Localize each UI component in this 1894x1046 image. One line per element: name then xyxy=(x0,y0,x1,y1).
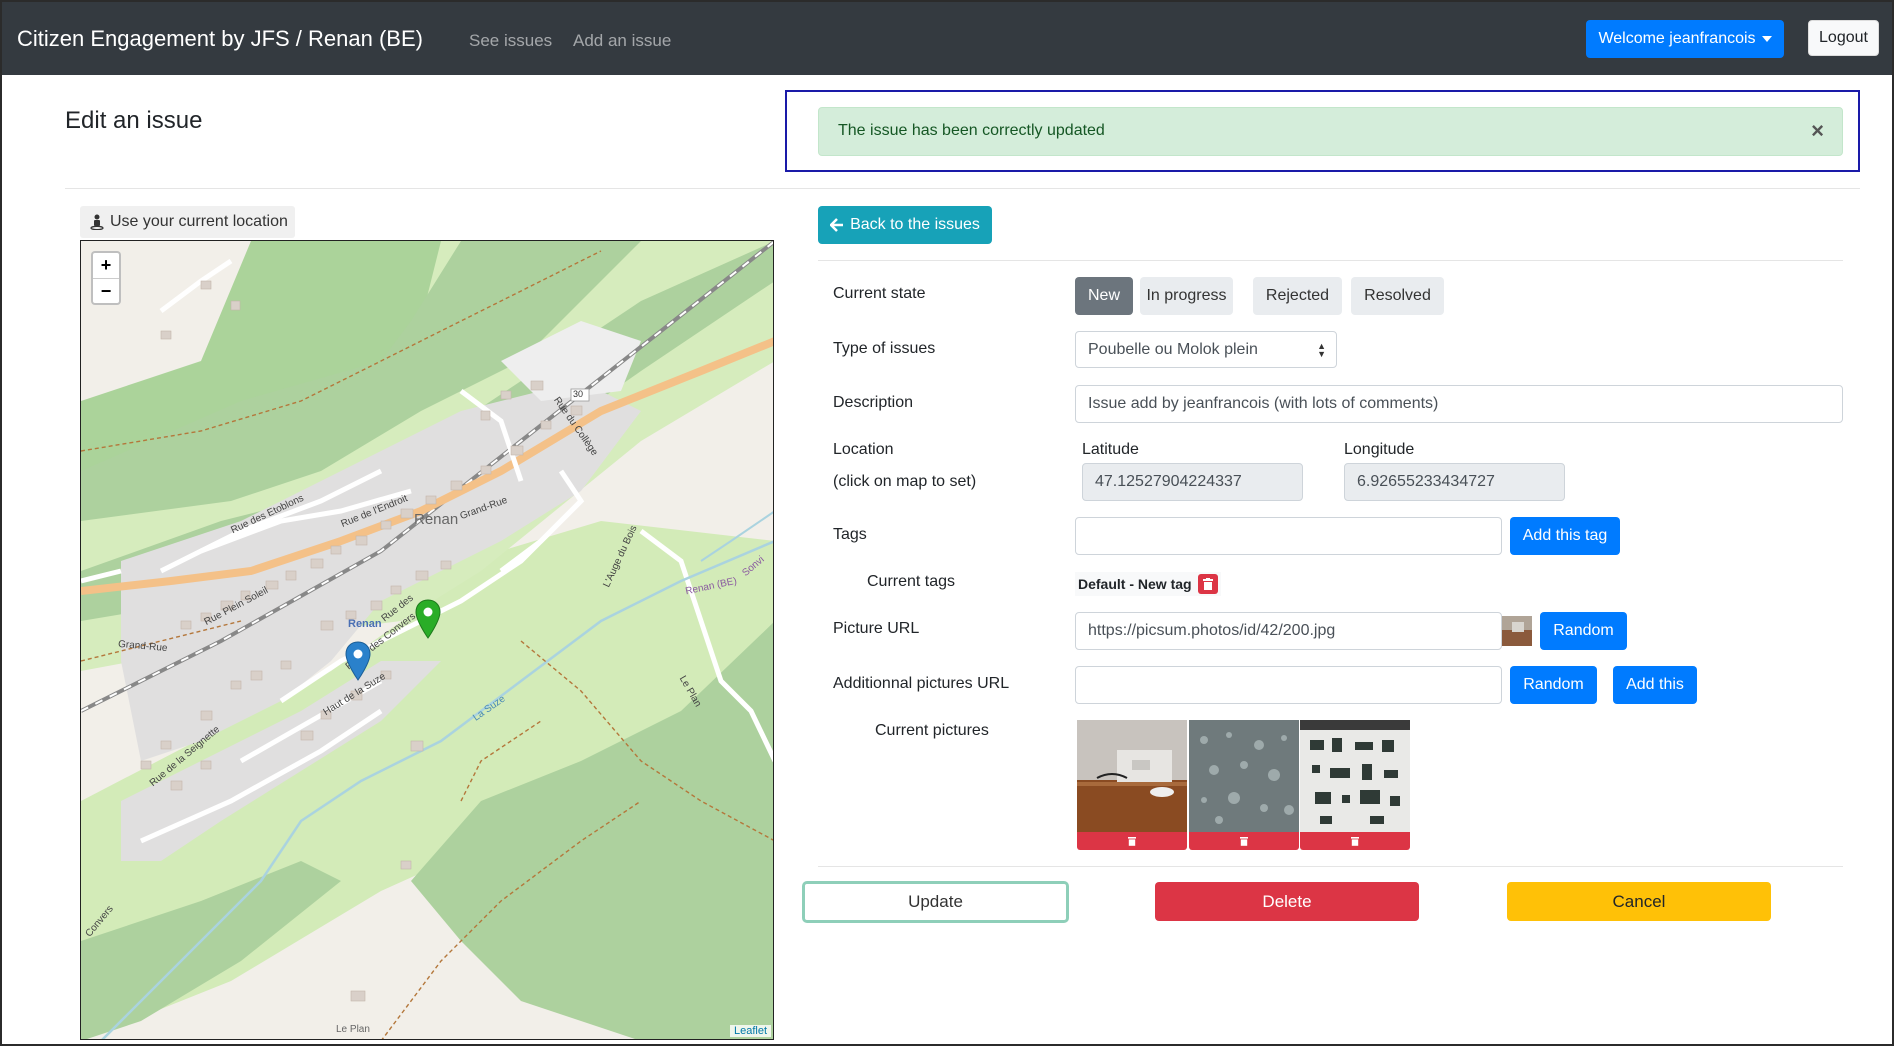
top-navbar: Citizen Engagement by JFS / Renan (BE) S… xyxy=(2,2,1892,75)
current-tags-label: Current tags xyxy=(867,573,956,590)
delete-picture-button[interactable] xyxy=(1300,832,1410,850)
location-hint: (click on map to set) xyxy=(833,473,977,490)
type-label: Type of issues xyxy=(833,340,936,357)
divider xyxy=(65,188,1860,189)
back-to-issues-button[interactable]: Back to the issues xyxy=(818,206,992,244)
type-select[interactable]: Poubelle ou Molok plein ▲ ▼ xyxy=(1075,331,1337,368)
tags-label: Tags xyxy=(833,526,867,543)
random-picture-button[interactable]: Random xyxy=(1540,612,1627,650)
arrow-left-icon xyxy=(830,218,844,232)
tag-label: Default - New tag xyxy=(1078,576,1192,592)
zoom-in-button[interactable]: + xyxy=(93,253,119,278)
add-picture-button[interactable]: Add this xyxy=(1613,666,1697,704)
description-input[interactable]: Issue add by jeanfrancois (with lots of … xyxy=(1075,385,1843,423)
welcome-label: Welcome jeanfrancois xyxy=(1598,30,1756,47)
picture-image xyxy=(1300,720,1410,832)
picture-image xyxy=(1077,720,1187,832)
map-label-road-30: 30 xyxy=(573,389,584,399)
tag-chip: Default - New tag xyxy=(1075,572,1221,596)
picture-item xyxy=(1189,720,1299,850)
street-view-icon xyxy=(90,214,104,230)
latitude-label: Latitude xyxy=(1082,441,1139,458)
additional-pictures-label: Additionnal pictures URL xyxy=(833,675,1010,692)
picture-image xyxy=(1189,720,1299,832)
close-icon[interactable]: × xyxy=(1811,118,1824,144)
map-label-renan: Renan xyxy=(414,511,459,528)
trash-icon xyxy=(1202,578,1213,590)
logout-button[interactable]: Logout xyxy=(1808,20,1879,56)
state-rejected-button[interactable]: Rejected xyxy=(1253,277,1342,315)
zoom-out-button[interactable]: − xyxy=(93,278,119,303)
latitude-value: 47.12527904224337 xyxy=(1095,473,1242,490)
divider xyxy=(818,260,1843,261)
longitude-value: 6.92655233434727 xyxy=(1357,473,1495,490)
use-location-button[interactable]: Use your current location xyxy=(80,206,295,238)
picture-url-label: Picture URL xyxy=(833,620,920,637)
delete-picture-button[interactable] xyxy=(1189,832,1299,850)
add-tag-button[interactable]: Add this tag xyxy=(1510,517,1620,555)
picture-url-value: https://picsum.photos/id/42/200.jpg xyxy=(1088,622,1336,639)
chevron-down-icon xyxy=(1761,36,1772,42)
gadgets-image xyxy=(1300,720,1410,832)
update-button[interactable]: Update xyxy=(802,881,1069,923)
map-label-renan-station: Renan xyxy=(348,618,382,630)
random-additional-button[interactable]: Random xyxy=(1510,666,1597,704)
map-tiles xyxy=(81,241,773,1039)
picture-item xyxy=(1077,720,1187,850)
additional-pictures-input[interactable] xyxy=(1075,666,1502,704)
map-marker-blue-icon[interactable] xyxy=(345,641,371,681)
delete-tag-button[interactable] xyxy=(1197,574,1218,594)
latitude-field: 47.12527904224337 xyxy=(1082,463,1303,501)
welcome-dropdown-button[interactable]: Welcome jeanfrancois xyxy=(1586,20,1784,58)
longitude-field: 6.92655233434727 xyxy=(1344,463,1565,501)
water-drops-image xyxy=(1189,720,1299,832)
select-arrows-icon: ▲ ▼ xyxy=(1317,341,1326,359)
state-new-button[interactable]: New xyxy=(1075,277,1133,315)
cancel-button[interactable]: Cancel xyxy=(1507,882,1771,921)
use-location-label: Use your current location xyxy=(110,213,288,230)
trash-icon xyxy=(1240,837,1248,846)
divider xyxy=(818,866,1843,867)
trash-icon xyxy=(1128,837,1136,846)
back-button-label: Back to the issues xyxy=(850,216,980,233)
type-select-value: Poubelle ou Molok plein xyxy=(1088,340,1258,358)
location-label: Location xyxy=(833,441,894,458)
tags-input[interactable] xyxy=(1075,517,1502,555)
current-state-label: Current state xyxy=(833,285,926,302)
picture-thumbnail xyxy=(1502,616,1532,646)
leaflet-attribution[interactable]: Leaflet xyxy=(729,1025,771,1037)
longitude-label: Longitude xyxy=(1344,441,1415,458)
map-label-le-plan-bottom: Le Plan xyxy=(336,1024,370,1035)
laptop-desk-image xyxy=(1077,720,1187,832)
nav-link-add-issue[interactable]: Add an issue xyxy=(573,31,671,51)
description-value: Issue add by jeanfrancois (with lots of … xyxy=(1088,395,1439,412)
nav-link-see-issues[interactable]: See issues xyxy=(469,31,552,51)
picture-url-input[interactable]: https://picsum.photos/id/42/200.jpg xyxy=(1075,612,1502,650)
picture-item xyxy=(1300,720,1410,850)
delete-picture-button[interactable] xyxy=(1077,832,1187,850)
picture-thumbnail-image xyxy=(1502,616,1532,646)
zoom-control: + − xyxy=(91,251,121,305)
map[interactable]: Renan Renan Grand-Rue Grand-Rue Rue des … xyxy=(80,240,774,1040)
state-in-progress-button[interactable]: In progress xyxy=(1140,277,1233,315)
trash-icon xyxy=(1351,837,1359,846)
alert-message: The issue has been correctly updated xyxy=(838,122,1105,139)
map-marker-green-icon[interactable] xyxy=(415,599,441,639)
description-label: Description xyxy=(833,394,914,411)
delete-button[interactable]: Delete xyxy=(1155,882,1419,921)
state-resolved-button[interactable]: Resolved xyxy=(1351,277,1444,315)
current-pictures-label: Current pictures xyxy=(875,722,989,739)
brand-title[interactable]: Citizen Engagement by JFS / Renan (BE) xyxy=(17,26,423,52)
page-title: Edit an issue xyxy=(65,107,203,134)
success-alert: The issue has been correctly updated × xyxy=(818,107,1843,156)
